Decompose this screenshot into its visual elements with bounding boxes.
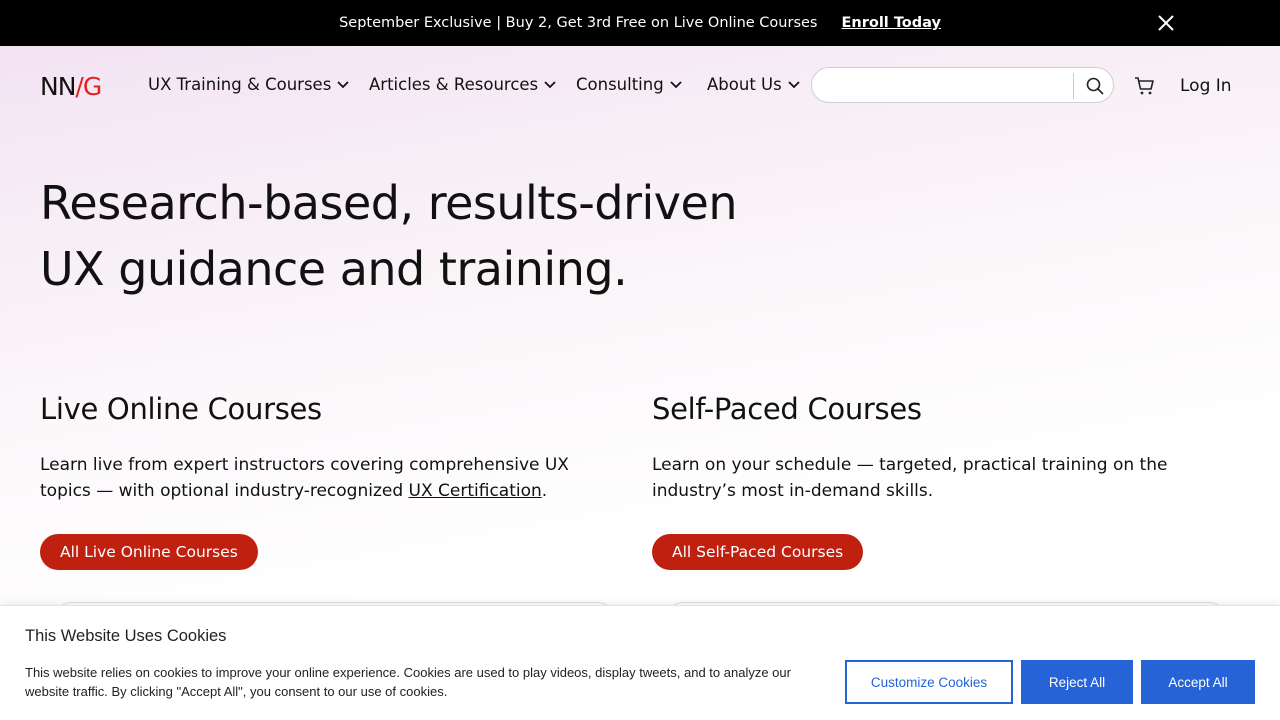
all-self-paced-button[interactable]: All Self-Paced Courses <box>652 534 864 570</box>
self-paced-section: Self-Paced Courses Learn on your schedul… <box>652 392 1212 570</box>
reject-all-button[interactable]: Reject All <box>1021 660 1133 704</box>
search-icon[interactable] <box>1085 76 1105 96</box>
hero-line-2: UX guidance and training. <box>40 242 628 296</box>
live-courses-section: Live Online Courses Learn live from expe… <box>40 392 600 570</box>
main-nav: NN/G UX Training & Courses Articles & Re… <box>0 46 1280 126</box>
nav-articles-resources[interactable]: Articles & Resources <box>369 75 556 94</box>
accept-all-button[interactable]: Accept All <box>1141 660 1255 704</box>
cookie-text: This website relies on cookies to improv… <box>25 665 791 699</box>
ux-certification-link[interactable]: UX Certification <box>409 481 542 501</box>
nav-ux-training[interactable]: UX Training & Courses <box>148 75 349 94</box>
nav-item-label: Consulting <box>576 75 664 94</box>
chevron-down-icon <box>337 80 349 88</box>
search-box <box>811 67 1114 103</box>
live-courses-description: Learn live from expert instructors cover… <box>40 452 580 504</box>
nng-logo[interactable]: NN/G <box>40 72 102 101</box>
search-input[interactable] <box>826 74 1071 98</box>
logo-text-nn: NN <box>40 72 76 101</box>
self-paced-description: Learn on your schedule — targeted, pract… <box>652 455 1168 501</box>
customize-cookies-button[interactable]: Customize Cookies <box>845 660 1013 704</box>
hero-title: Research-based, results-driven UX guidan… <box>40 170 800 302</box>
hero-line-1: Research-based, results-driven <box>40 176 737 230</box>
login-link[interactable]: Log In <box>1180 76 1232 96</box>
live-desc-end: . <box>541 481 548 501</box>
live-courses-title: Live Online Courses <box>40 392 322 426</box>
cart-icon[interactable] <box>1134 76 1156 96</box>
nav-item-label: UX Training & Courses <box>148 75 332 94</box>
logo-slash: / <box>75 72 84 101</box>
search-divider <box>1073 73 1074 99</box>
cookie-banner: This Website Uses Cookies This website r… <box>0 605 1280 720</box>
nav-consulting[interactable]: Consulting <box>576 75 682 94</box>
chevron-down-icon <box>788 80 800 88</box>
nav-item-label: Articles & Resources <box>369 75 539 94</box>
promo-bar: September Exclusive | Buy 2, Get 3rd Fre… <box>0 0 1280 46</box>
cookie-title: This Website Uses Cookies <box>25 627 227 645</box>
enroll-today-link[interactable]: Enroll Today <box>841 15 940 31</box>
logo-text-g: G <box>82 72 102 101</box>
chevron-down-icon <box>670 80 682 88</box>
nav-item-label: About Us <box>707 75 782 94</box>
close-icon[interactable] <box>1156 13 1176 33</box>
chevron-down-icon <box>544 80 556 88</box>
all-live-courses-button[interactable]: All Live Online Courses <box>40 534 258 570</box>
self-paced-title: Self-Paced Courses <box>652 392 922 426</box>
nav-about-us[interactable]: About Us <box>707 75 800 94</box>
promo-text: September Exclusive | Buy 2, Get 3rd Fre… <box>339 15 818 31</box>
